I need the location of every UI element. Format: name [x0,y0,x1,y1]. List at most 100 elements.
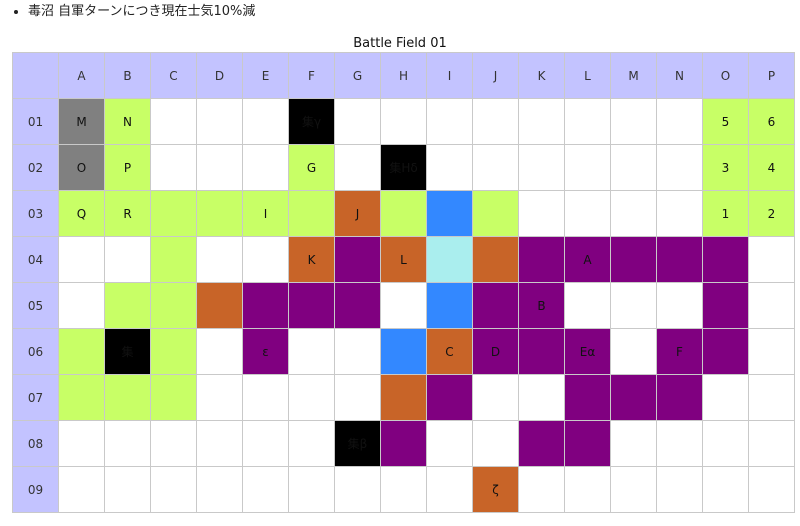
grid-cell[interactable] [380,374,427,421]
grid-cell[interactable] [150,236,197,283]
grid-cell[interactable] [656,98,703,145]
grid-cell[interactable]: 集γ [288,98,335,145]
grid-cell[interactable] [426,190,473,237]
grid-cell[interactable] [610,466,657,513]
grid-cell[interactable] [150,190,197,237]
grid-cell[interactable] [58,420,105,467]
grid-cell[interactable] [702,328,749,375]
grid-cell[interactable] [518,374,565,421]
grid-cell[interactable] [104,466,151,513]
grid-cell[interactable]: P [104,144,151,191]
grid-cell[interactable] [518,420,565,467]
grid-cell[interactable] [426,144,473,191]
grid-cell[interactable] [702,236,749,283]
grid-cell[interactable] [610,420,657,467]
grid-cell[interactable] [748,282,795,329]
grid-cell[interactable] [518,98,565,145]
grid-cell[interactable]: B [518,282,565,329]
grid-cell[interactable] [564,190,611,237]
grid-cell[interactable]: L [380,236,427,283]
grid-cell[interactable] [104,236,151,283]
grid-cell[interactable] [58,282,105,329]
grid-cell[interactable] [380,328,427,375]
grid-cell[interactable] [472,98,519,145]
grid-cell[interactable] [472,374,519,421]
grid-cell[interactable] [518,236,565,283]
grid-cell[interactable] [610,190,657,237]
grid-cell[interactable] [196,190,243,237]
grid-cell[interactable] [702,466,749,513]
grid-cell[interactable] [748,236,795,283]
grid-cell[interactable] [58,374,105,421]
grid-cell[interactable] [748,466,795,513]
grid-cell[interactable]: ζ [472,466,519,513]
grid-cell[interactable] [288,282,335,329]
grid-cell[interactable] [426,98,473,145]
grid-cell[interactable] [656,466,703,513]
grid-cell[interactable]: N [104,98,151,145]
grid-cell[interactable] [196,374,243,421]
grid-cell[interactable] [242,466,289,513]
grid-cell[interactable] [104,420,151,467]
grid-cell[interactable] [610,98,657,145]
grid-cell[interactable] [702,420,749,467]
grid-cell[interactable] [150,282,197,329]
grid-cell[interactable] [656,282,703,329]
grid-cell[interactable] [150,144,197,191]
grid-cell[interactable]: 4 [748,144,795,191]
grid-cell[interactable] [334,282,381,329]
grid-cell[interactable] [702,282,749,329]
grid-cell[interactable] [242,236,289,283]
grid-cell[interactable] [518,466,565,513]
grid-cell[interactable]: F [656,328,703,375]
grid-cell[interactable] [242,374,289,421]
grid-cell[interactable] [564,466,611,513]
grid-cell[interactable] [150,328,197,375]
grid-cell[interactable] [288,374,335,421]
grid-cell[interactable] [610,328,657,375]
grid-cell[interactable] [564,420,611,467]
grid-cell[interactable]: J [334,190,381,237]
grid-cell[interactable] [288,466,335,513]
grid-cell[interactable]: 3 [702,144,749,191]
grid-cell[interactable] [564,144,611,191]
grid-cell[interactable] [564,374,611,421]
grid-cell[interactable] [334,144,381,191]
grid-cell[interactable] [242,98,289,145]
grid-cell[interactable] [656,144,703,191]
grid-cell[interactable] [472,236,519,283]
grid-cell[interactable] [426,236,473,283]
grid-cell[interactable]: ε [242,328,289,375]
grid-cell[interactable] [288,420,335,467]
grid-cell[interactable]: 2 [748,190,795,237]
grid-cell[interactable] [58,236,105,283]
grid-cell[interactable] [518,328,565,375]
grid-cell[interactable] [242,420,289,467]
grid-cell[interactable] [610,144,657,191]
grid-cell[interactable] [242,282,289,329]
grid-cell[interactable]: A [564,236,611,283]
grid-cell[interactable] [426,466,473,513]
grid-cell[interactable] [242,144,289,191]
grid-cell[interactable] [472,144,519,191]
grid-cell[interactable] [472,282,519,329]
grid-cell[interactable] [656,190,703,237]
grid-cell[interactable] [196,466,243,513]
grid-cell[interactable] [288,190,335,237]
grid-cell[interactable] [610,236,657,283]
grid-cell[interactable]: R [104,190,151,237]
grid-cell[interactable] [518,190,565,237]
grid-cell[interactable] [58,466,105,513]
grid-cell[interactable] [334,98,381,145]
grid-cell[interactable] [150,98,197,145]
grid-cell[interactable] [564,282,611,329]
grid-cell[interactable] [150,374,197,421]
grid-cell[interactable] [288,328,335,375]
grid-cell[interactable] [196,236,243,283]
grid-cell[interactable] [748,328,795,375]
grid-cell[interactable]: 集Hδ [380,144,427,191]
grid-cell[interactable]: Eα [564,328,611,375]
grid-cell[interactable] [196,328,243,375]
grid-cell[interactable] [150,420,197,467]
grid-cell[interactable] [426,282,473,329]
